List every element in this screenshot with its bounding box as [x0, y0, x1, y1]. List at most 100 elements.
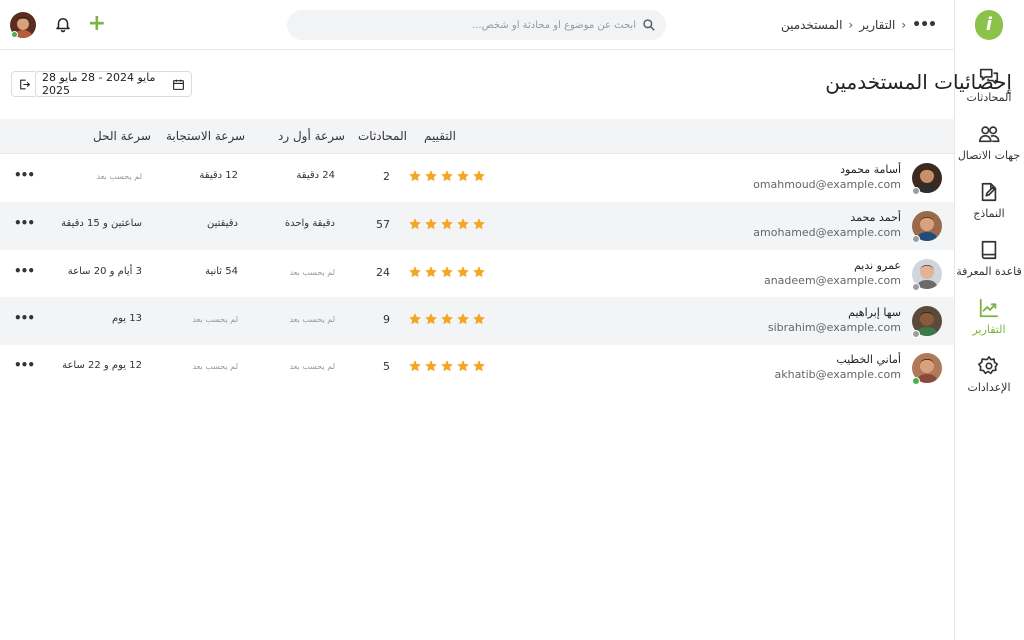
- breadcrumb-item-users: المستخدمين: [780, 18, 843, 32]
- user-email: omahmoud@example.com: [753, 178, 901, 191]
- status-dot: [912, 235, 920, 243]
- conversations-count: 2: [383, 170, 390, 183]
- star-icon[interactable]: [440, 359, 454, 373]
- column-header-conversations[interactable]: المحادثات: [358, 129, 407, 143]
- search-icon: [643, 19, 655, 31]
- star-icon[interactable]: [472, 217, 486, 231]
- star-icon[interactable]: [472, 265, 486, 279]
- add-button[interactable]: +: [88, 12, 106, 36]
- rating-stars[interactable]: [408, 265, 486, 279]
- star-icon[interactable]: [408, 265, 422, 279]
- user-name[interactable]: عمرو نديم: [854, 259, 901, 272]
- sidebar: i المحادثات جهات الاتصال النماذج قاعدة ا…: [954, 0, 1024, 640]
- more-horizontal-icon[interactable]: •••: [912, 17, 937, 33]
- star-icon[interactable]: [456, 265, 470, 279]
- app-root: i المحادثات جهات الاتصال النماذج قاعدة ا…: [0, 0, 1024, 640]
- status-dot: [912, 283, 920, 291]
- sidebar-item-label: جهات الاتصال: [957, 149, 1021, 162]
- info-logo-icon: i: [985, 14, 993, 35]
- star-icon[interactable]: [424, 312, 438, 326]
- user-email: amohamed@example.com: [753, 226, 901, 239]
- star-icon[interactable]: [440, 217, 454, 231]
- first-response-speed: لم يحسب بعد: [289, 315, 335, 324]
- rating-stars[interactable]: [408, 359, 486, 373]
- response-speed: لم يحسب بعد: [192, 315, 238, 324]
- star-icon[interactable]: [456, 359, 470, 373]
- bell-icon[interactable]: [54, 14, 72, 34]
- user-name[interactable]: أماني الخطيب: [836, 353, 901, 366]
- column-header-resolution-speed[interactable]: سرعة الحل: [93, 129, 151, 143]
- app-logo[interactable]: i: [975, 10, 1003, 40]
- rating-stars[interactable]: [408, 312, 486, 326]
- table-row[interactable]: سها إبراهيم sibrahim@example.com 9 لم يح…: [0, 297, 954, 345]
- star-icon[interactable]: [424, 169, 438, 183]
- star-icon[interactable]: [456, 169, 470, 183]
- response-speed: 54 ثانية: [205, 266, 238, 277]
- table-row[interactable]: أحمد محمد amohamed@example.com 57 دقيقة …: [0, 202, 954, 250]
- star-icon[interactable]: [472, 312, 486, 326]
- table-row[interactable]: أسامة محمود omahmoud@example.com 2 24 دق…: [0, 154, 954, 202]
- sidebar-item-contacts[interactable]: جهات الاتصال: [954, 123, 1024, 173]
- rating-stars[interactable]: [408, 217, 486, 231]
- row-more-menu-icon[interactable]: •••: [14, 359, 35, 374]
- chevron-left-icon: ‹: [848, 18, 854, 32]
- star-icon[interactable]: [408, 169, 422, 183]
- row-more-menu-icon[interactable]: •••: [14, 312, 35, 327]
- page-title: إحصائيات المستخدمين: [825, 70, 1012, 94]
- search-bar[interactable]: [287, 10, 666, 40]
- rating-stars[interactable]: [408, 169, 486, 183]
- response-speed: دقيقتين: [207, 218, 238, 229]
- star-icon[interactable]: [456, 217, 470, 231]
- export-icon: [19, 79, 30, 89]
- user-name[interactable]: أحمد محمد: [850, 211, 901, 224]
- status-dot: [912, 187, 920, 195]
- user-name[interactable]: سها إبراهيم: [848, 306, 901, 319]
- table-row[interactable]: عمرو نديم anadeem@example.com 24 لم يحسب…: [0, 250, 954, 298]
- conversations-count: 5: [383, 360, 390, 373]
- star-icon[interactable]: [424, 217, 438, 231]
- resolution-speed: 3 أيام و 20 ساعة: [67, 266, 142, 277]
- conversations-count: 24: [376, 266, 390, 279]
- column-header-rating[interactable]: التقييم: [424, 129, 456, 143]
- user-name[interactable]: أسامة محمود: [840, 163, 901, 176]
- table-row[interactable]: أماني الخطيب akhatib@example.com 5 لم يح…: [0, 344, 954, 392]
- first-response-speed: 24 دقيقة: [296, 170, 335, 181]
- star-icon[interactable]: [440, 265, 454, 279]
- sidebar-item-label: التقارير: [972, 323, 1006, 336]
- star-icon[interactable]: [472, 169, 486, 183]
- user-email: sibrahim@example.com: [767, 321, 901, 334]
- column-header-first-response[interactable]: سرعة أول رد: [278, 129, 345, 143]
- sidebar-item-reports[interactable]: التقارير: [954, 297, 1024, 347]
- row-more-menu-icon[interactable]: •••: [14, 265, 35, 280]
- resolution-speed: لم يحسب بعد: [96, 172, 142, 181]
- star-icon[interactable]: [408, 312, 422, 326]
- export-button[interactable]: [11, 71, 36, 97]
- chart-icon: [979, 298, 999, 318]
- sidebar-item-settings[interactable]: الإعدادات: [954, 355, 1024, 405]
- star-icon[interactable]: [408, 217, 422, 231]
- star-icon[interactable]: [408, 359, 422, 373]
- breadcrumb-item-reports[interactable]: التقارير: [859, 18, 895, 32]
- star-icon[interactable]: [472, 359, 486, 373]
- date-range-picker[interactable]: 28 مايو 2024 - 28 مايو 2025: [35, 71, 192, 97]
- star-icon[interactable]: [440, 169, 454, 183]
- calendar-icon: [173, 79, 184, 90]
- star-icon[interactable]: [456, 312, 470, 326]
- star-icon[interactable]: [424, 265, 438, 279]
- star-icon[interactable]: [440, 312, 454, 326]
- row-more-menu-icon[interactable]: •••: [14, 217, 35, 232]
- resolution-speed: 13 يوم: [111, 313, 142, 324]
- first-response-speed: دقيقة واحدة: [284, 218, 335, 229]
- topbar: ••• ‹ التقارير ‹ المستخدمين +: [0, 0, 954, 50]
- date-range-value: 28 مايو 2024 - 28 مايو 2025: [42, 71, 156, 97]
- sidebar-item-knowledge-base[interactable]: قاعدة المعرفة: [954, 239, 1024, 289]
- row-more-menu-icon[interactable]: •••: [14, 169, 35, 184]
- sidebar-item-forms[interactable]: النماذج: [954, 181, 1024, 231]
- user-email: akhatib@example.com: [774, 368, 901, 381]
- search-input[interactable]: [297, 19, 636, 31]
- star-icon[interactable]: [424, 359, 438, 373]
- resolution-speed: 12 يوم و 22 ساعة: [62, 360, 142, 371]
- first-response-speed: لم يحسب بعد: [289, 268, 335, 277]
- sidebar-item-label: قاعدة المعرفة: [956, 265, 1022, 278]
- column-header-response-speed[interactable]: سرعة الاستجابة: [166, 129, 245, 143]
